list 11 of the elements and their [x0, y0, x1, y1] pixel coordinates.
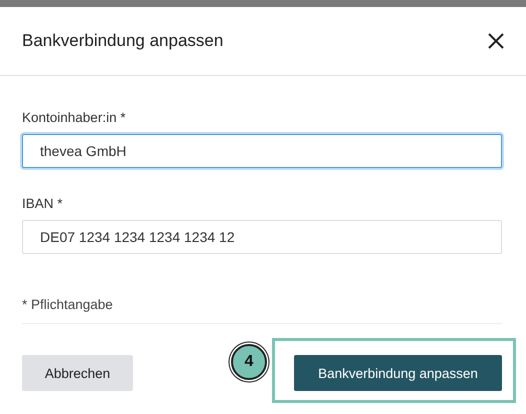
close-button[interactable] — [488, 33, 504, 49]
submit-button[interactable]: Bankverbindung anpassen — [294, 355, 502, 391]
close-icon — [488, 33, 504, 49]
dialog-title: Bankverbindung anpassen — [22, 31, 224, 51]
required-note: * Pflichtangabe — [22, 297, 502, 324]
field-label: IBAN * — [22, 196, 64, 211]
step-badge: 4 — [231, 344, 267, 380]
field-label: Kontoinhaber:in * — [22, 110, 127, 125]
cancel-button[interactable]: Abbrechen — [22, 355, 133, 391]
input-field[interactable]: DE07 1234 1234 1234 1234 12 — [22, 220, 502, 254]
input-field[interactable]: thevea GmbH — [22, 134, 502, 168]
